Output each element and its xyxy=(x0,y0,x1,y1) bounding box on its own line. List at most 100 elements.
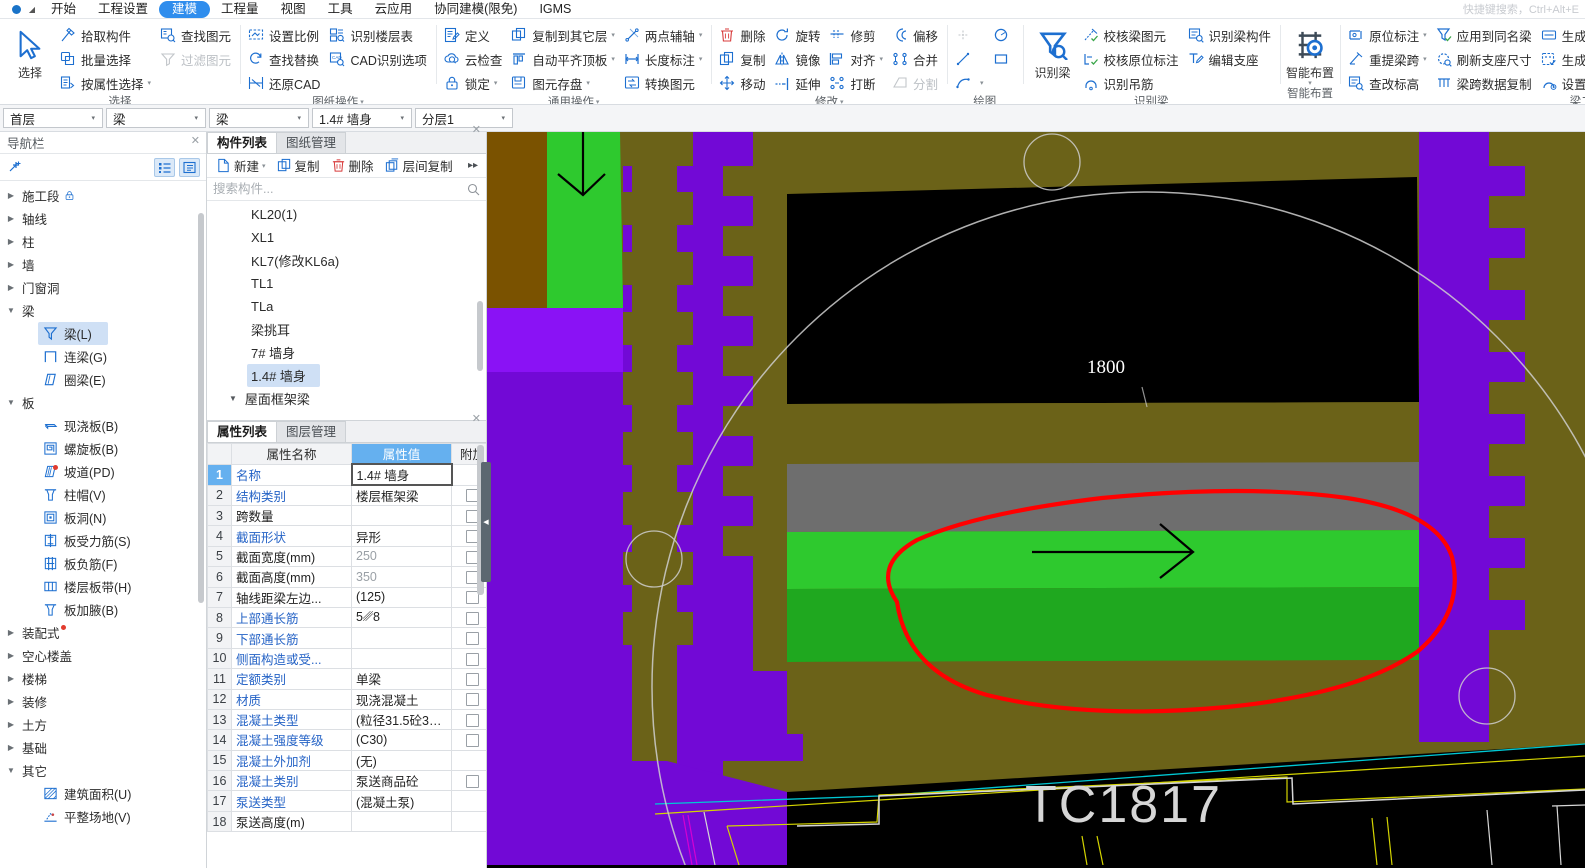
chevron-down-icon[interactable]: ▾ xyxy=(611,55,615,63)
chevron-right-icon[interactable]: ▶ xyxy=(2,720,20,729)
component-tab-1[interactable]: 图纸管理 xyxy=(276,132,347,153)
property-value[interactable]: 250 xyxy=(351,545,452,568)
navigation-scrollbar[interactable] xyxy=(198,213,204,603)
ribbon-item-rotate[interactable]: 旋转 xyxy=(770,23,825,47)
combo-component[interactable]: 1.4# 墙身 ▾ xyxy=(312,108,412,128)
recognize-beam-button[interactable]: 识别梁 xyxy=(1027,23,1079,81)
nav-item-26[interactable]: 建筑面积(U) xyxy=(0,782,206,805)
property-row[interactable]: 12 材质 现浇混凝土 xyxy=(207,688,486,710)
property-row[interactable]: 10 侧面构造或受... xyxy=(207,647,486,670)
chevron-down-icon[interactable]: ▾ xyxy=(397,114,409,122)
property-row[interactable]: 7 轴线距梁左边... (125) xyxy=(207,586,486,608)
nav-item-10[interactable]: 现浇板(B) xyxy=(0,414,206,437)
component-new-button[interactable]: 新建 ▾ xyxy=(211,156,270,175)
ribbon-tab-1[interactable]: 工程设置 xyxy=(87,1,159,18)
ribbon-item-restore-cad[interactable]: 还原CAD xyxy=(244,71,325,95)
component-group[interactable]: ▼ 屋面框架梁 xyxy=(207,387,486,410)
nav-item-14[interactable]: 板洞(N) xyxy=(0,506,206,529)
ribbon-item-insitu-label[interactable]: 原位标注 ▾ xyxy=(1344,23,1432,47)
nav-item-11[interactable]: 螺旋板(B) xyxy=(0,437,206,460)
nav-item-25[interactable]: ▼ 其它 xyxy=(0,759,206,782)
nav-item-23[interactable]: ▶ 土方 xyxy=(0,713,206,736)
property-attach-cell[interactable] xyxy=(451,647,486,670)
property-row[interactable]: 15 混凝土外加剂 (无) xyxy=(207,749,486,772)
add-icon[interactable] xyxy=(8,160,23,175)
ribbon-item-find-element[interactable]: 查找图元 xyxy=(156,23,236,47)
property-attach-cell[interactable] xyxy=(451,708,486,731)
ribbon-item-copy-to-other-floor[interactable]: 复制到其它层 ▾ xyxy=(507,23,620,47)
search-input[interactable] xyxy=(213,182,467,196)
chevron-down-icon[interactable]: ▾ xyxy=(1423,31,1427,39)
ribbon-item-offset[interactable]: 偏移 xyxy=(888,23,943,47)
ribbon-item-trim[interactable]: 修剪 xyxy=(825,23,888,47)
property-row[interactable]: 6 截面高度(mm) 350 xyxy=(207,566,486,588)
checkbox[interactable] xyxy=(466,693,479,707)
nav-item-15[interactable]: 板受力筋(S) xyxy=(0,529,206,552)
ribbon-tab-8[interactable]: IGMS xyxy=(528,1,582,18)
ribbon-item-select-by-property[interactable]: 按属性选择 ▾ xyxy=(56,71,156,95)
component-list-item[interactable]: KL7(修改KL6a) xyxy=(207,249,486,272)
combo-floor[interactable]: 首层 ▾ xyxy=(3,108,103,128)
nav-item-3[interactable]: ▶ 墙 xyxy=(0,253,206,276)
ribbon-item-move[interactable]: 移动 xyxy=(715,71,770,95)
chevron-down-icon[interactable]: ▾ xyxy=(294,114,306,122)
ribbon-item-check-insitu-label[interactable]: 校核原位标注 xyxy=(1079,47,1184,71)
chevron-down-icon[interactable]: ▾ xyxy=(586,79,590,87)
property-value[interactable] xyxy=(351,647,452,670)
detail-view-icon[interactable] xyxy=(179,157,200,177)
checkbox[interactable] xyxy=(466,611,479,625)
cad-canvas[interactable]: 1800 TC1817 xyxy=(487,132,1585,868)
property-value[interactable]: 异形 xyxy=(351,525,452,547)
ribbon-item-define[interactable]: 定义 xyxy=(440,23,508,47)
checkbox[interactable] xyxy=(466,672,479,686)
property-attach-cell[interactable] xyxy=(451,627,486,649)
ribbon-item-length-dimension[interactable]: 长度标注 ▾ xyxy=(620,47,708,71)
ribbon-item-check-edit-elevation[interactable]: 查改标高 xyxy=(1344,71,1432,95)
chevron-down-icon[interactable]: ▾ xyxy=(879,55,883,63)
ribbon-item-pick-component[interactable]: 拾取构件 xyxy=(56,23,156,47)
close-icon[interactable]: ✕ xyxy=(472,123,481,136)
property-row[interactable]: 9 下部通长筋 xyxy=(207,627,486,649)
nav-item-13[interactable]: 柱帽(V) xyxy=(0,483,206,506)
ribbon-item-lock[interactable]: 锁定 ▾ xyxy=(440,71,508,95)
chevron-right-icon[interactable]: ▶ xyxy=(2,628,20,637)
ribbon-item-arc[interactable]: ▾ xyxy=(951,71,989,95)
chevron-down-icon[interactable]: ▾ xyxy=(148,79,152,87)
chevron-right-icon[interactable]: ▶ xyxy=(2,283,20,292)
ribbon-tab-4[interactable]: 视图 xyxy=(270,1,317,18)
chevron-down-icon[interactable]: ▾ xyxy=(699,55,703,63)
ribbon-item-auto-align-slab[interactable]: 自动平齐顶板 ▾ xyxy=(507,47,620,71)
combo-subcategory[interactable]: 梁 ▾ xyxy=(209,108,309,128)
checkbox[interactable] xyxy=(466,632,479,646)
component-list-item[interactable]: 梁挑耳 xyxy=(207,318,486,341)
ribbon-item-apply-same-name-beam[interactable]: 应用到同名梁 xyxy=(1432,23,1537,47)
nav-item-16[interactable]: 板负筋(F) xyxy=(0,552,206,575)
combo-category[interactable]: 梁 ▾ xyxy=(106,108,206,128)
nav-item-7[interactable]: 连梁(G) xyxy=(0,345,206,368)
ribbon-item-element-save[interactable]: 图元存盘 ▾ xyxy=(507,71,620,95)
chevron-down-icon[interactable]: ▾ xyxy=(88,114,100,122)
ribbon-item-recognize-hanger-bar[interactable]: 识别吊筋 xyxy=(1079,71,1184,95)
ribbon-item-delete[interactable]: 删除 xyxy=(715,23,770,47)
quick-access-caret-icon[interactable]: ◢ xyxy=(24,5,40,14)
component-copy-button[interactable]: 复制 xyxy=(272,156,324,175)
chevron-down-icon[interactable]: ▼ xyxy=(2,766,20,775)
nav-item-8[interactable]: 圈梁(E) xyxy=(0,368,206,391)
property-row[interactable]: 1 名称 1.4# 墙身 xyxy=(207,463,486,486)
chevron-down-icon[interactable]: ▾ xyxy=(1423,55,1427,63)
ribbon-item-generate-frame-bar[interactable]: 生成架 xyxy=(1537,47,1585,71)
ribbon-item-align[interactable]: 对齐 ▾ xyxy=(825,47,888,71)
property-value[interactable]: (125) xyxy=(351,586,452,608)
ribbon-item-break[interactable]: 打断 xyxy=(825,71,888,95)
nav-item-6[interactable]: 梁(L) xyxy=(0,322,206,345)
chevron-right-icon[interactable]: ▶ xyxy=(2,697,20,706)
nav-item-20[interactable]: ▶ 空心楼盖 xyxy=(0,644,206,667)
property-value[interactable]: (C30) xyxy=(351,729,452,751)
ribbon-item-extend[interactable]: 延伸 xyxy=(770,71,825,95)
component-list-item[interactable]: XL1 xyxy=(207,226,486,249)
property-value[interactable]: (混凝土泵) xyxy=(351,790,452,812)
nav-item-27[interactable]: 平整场地(V) xyxy=(0,805,206,828)
checkbox[interactable] xyxy=(466,734,479,748)
ribbon-tab-0[interactable]: 开始 xyxy=(40,1,87,18)
chevron-right-icon[interactable]: ▶ xyxy=(2,237,20,246)
